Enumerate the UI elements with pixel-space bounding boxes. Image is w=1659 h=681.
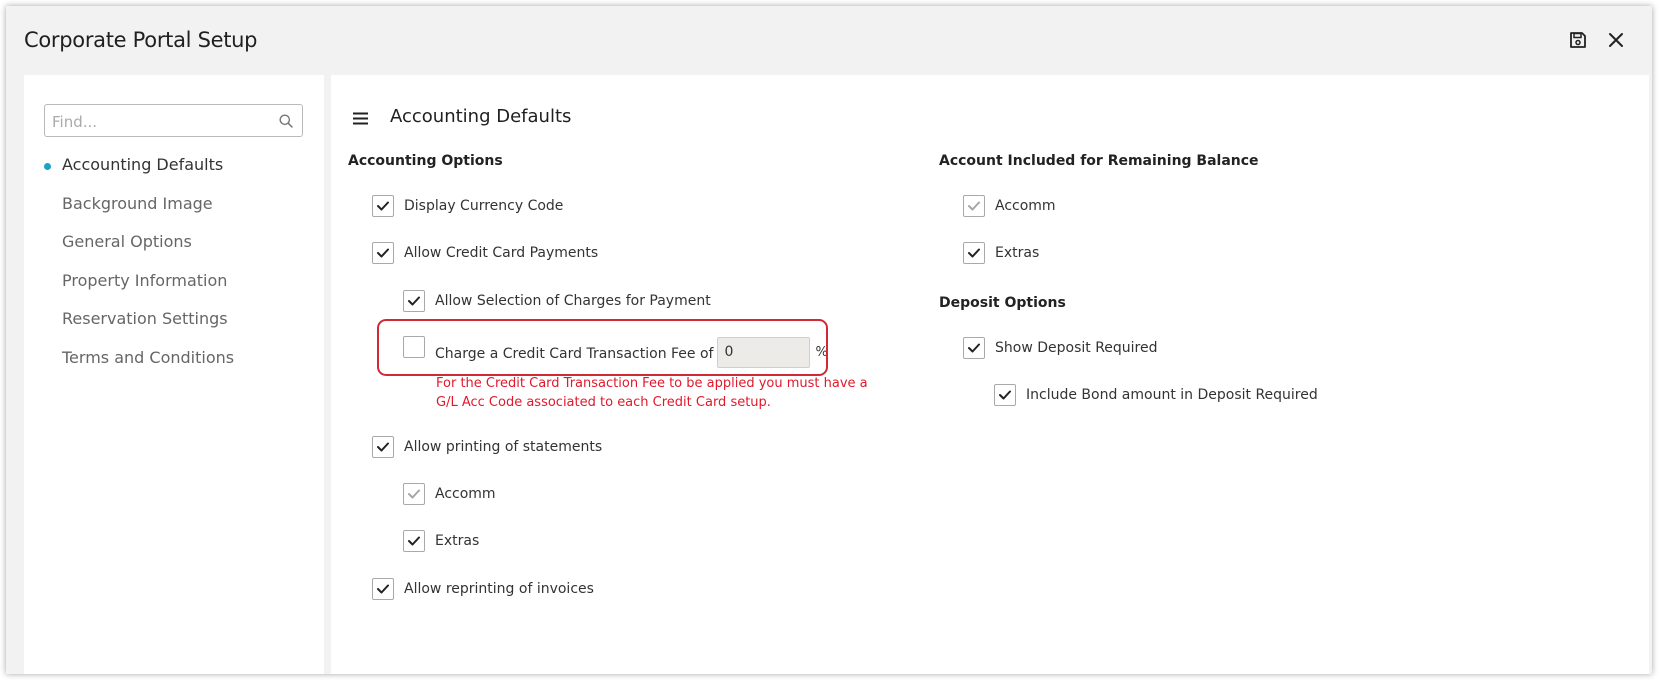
- sidebar-item-label: Reservation Settings: [62, 309, 228, 328]
- close-icon[interactable]: [1604, 28, 1628, 52]
- checkmark-icon: [968, 343, 980, 353]
- include-bond-row: Include Bond amount in Deposit Required: [994, 382, 1318, 408]
- statements-accomm-row: Accomm: [403, 481, 496, 507]
- sidebar-item-background-image[interactable]: Background Image: [62, 194, 213, 213]
- allow-reprinting-invoices-row: Allow reprinting of invoices: [372, 576, 594, 602]
- sidebar-item-general-options[interactable]: General Options: [62, 232, 192, 251]
- show-deposit-required-label: Show Deposit Required: [995, 340, 1158, 356]
- setup-window: Corporate Portal Setup Find... Accountin…: [6, 6, 1652, 674]
- display-currency-code-checkbox[interactable]: [372, 195, 394, 217]
- deposit-options-heading: Deposit Options: [939, 295, 1066, 311]
- statements-extras-row: Extras: [403, 528, 479, 554]
- checkmark-icon: [999, 390, 1011, 400]
- allow-selection-charges-label: Allow Selection of Charges for Payment: [435, 293, 711, 309]
- allow-selection-charges-row: Allow Selection of Charges for Payment: [403, 288, 711, 314]
- checkmark-icon: [408, 536, 420, 546]
- balance-accomm-checkbox[interactable]: [963, 195, 985, 217]
- balance-accomm-row: Accomm: [963, 193, 1056, 219]
- statements-extras-label: Extras: [435, 533, 480, 549]
- save-icon[interactable]: [1566, 28, 1590, 52]
- display-currency-code-row: Display Currency Code: [372, 193, 563, 219]
- checkmark-icon: [968, 201, 980, 211]
- sidebar-item-reservation-settings[interactable]: Reservation Settings: [62, 309, 228, 328]
- checkmark-icon: [968, 248, 980, 258]
- sidebar-item-label: Property Information: [62, 271, 228, 290]
- cc-fee-warning-text: For the Credit Card Transaction Fee to b…: [436, 376, 868, 410]
- sidebar-item-label: Terms and Conditions: [62, 348, 235, 367]
- allow-credit-card-payments-checkbox[interactable]: [372, 242, 394, 264]
- sidebar-item-label: Accounting Defaults: [62, 155, 224, 174]
- active-indicator-dot: [44, 163, 51, 170]
- display-currency-code-label: Display Currency Code: [404, 198, 564, 214]
- balance-extras-row: Extras: [963, 240, 1039, 266]
- checkmark-icon: [377, 201, 389, 211]
- sidebar: Accounting Defaults Background Image Gen…: [24, 75, 324, 674]
- checkmark-icon: [408, 489, 420, 499]
- allow-reprinting-invoices-label: Allow reprinting of invoices: [404, 581, 594, 597]
- allow-printing-statements-label: Allow printing of statements: [404, 439, 603, 455]
- balance-accomm-label: Accomm: [995, 198, 1056, 214]
- percent-unit: %: [815, 344, 828, 360]
- sidebar-item-terms-and-conditions[interactable]: Terms and Conditions: [62, 348, 234, 367]
- allow-credit-card-payments-label: Allow Credit Card Payments: [404, 245, 599, 261]
- show-deposit-required-row: Show Deposit Required: [963, 335, 1158, 361]
- sidebar-item-label: General Options: [62, 232, 192, 251]
- balance-extras-checkbox[interactable]: [963, 242, 985, 264]
- charge-cc-fee-checkbox[interactable]: [403, 336, 425, 358]
- sidebar-item-label: Background Image: [62, 194, 213, 213]
- charge-cc-fee-row: Charge a Credit Card Transaction Fee of …: [403, 336, 828, 368]
- title-bar: Corporate Portal Setup: [6, 6, 1652, 70]
- statements-accomm-label: Accomm: [435, 486, 496, 502]
- checkmark-icon: [377, 442, 389, 452]
- allow-credit-card-payments-row: Allow Credit Card Payments: [372, 240, 598, 266]
- search-box: [44, 104, 303, 137]
- allow-printing-statements-checkbox[interactable]: [372, 436, 394, 458]
- balance-extras-label: Extras: [995, 245, 1040, 261]
- checkmark-icon: [377, 584, 389, 594]
- allow-reprinting-invoices-checkbox[interactable]: [372, 578, 394, 600]
- show-deposit-required-checkbox[interactable]: [963, 337, 985, 359]
- page-title: Accounting Defaults: [390, 106, 572, 127]
- cc-fee-percent-input[interactable]: [717, 336, 811, 368]
- remaining-balance-heading: Account Included for Remaining Balance: [939, 153, 1259, 169]
- hamburger-menu-icon[interactable]: [353, 110, 368, 129]
- sidebar-item-accounting-defaults[interactable]: Accounting Defaults: [44, 155, 224, 174]
- window-title: Corporate Portal Setup: [24, 28, 258, 52]
- charge-cc-fee-label: Charge a Credit Card Transaction Fee of: [435, 345, 714, 362]
- search-icon[interactable]: [279, 113, 293, 132]
- allow-selection-charges-checkbox[interactable]: [403, 290, 425, 312]
- search-input[interactable]: [50, 109, 269, 134]
- checkmark-icon: [408, 296, 420, 306]
- allow-printing-statements-row: Allow printing of statements: [372, 434, 602, 460]
- accounting-options-heading: Accounting Options: [348, 153, 503, 169]
- statements-extras-checkbox[interactable]: [403, 530, 425, 552]
- sidebar-item-property-information[interactable]: Property Information: [62, 271, 227, 290]
- checkmark-icon: [377, 248, 389, 258]
- include-bond-checkbox[interactable]: [994, 384, 1016, 406]
- statements-accomm-checkbox[interactable]: [403, 483, 425, 505]
- include-bond-label: Include Bond amount in Deposit Required: [1026, 387, 1318, 403]
